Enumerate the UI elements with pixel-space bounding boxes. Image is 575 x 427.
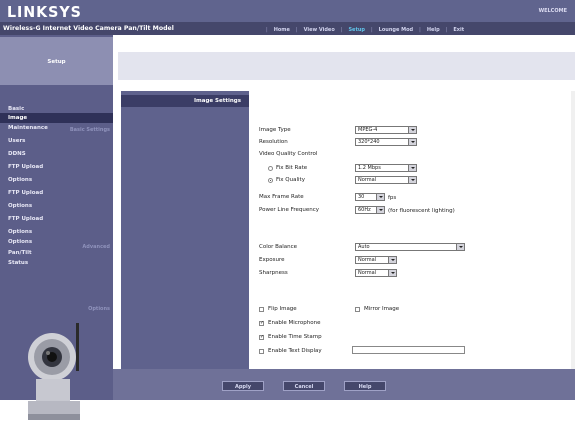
section-header: Image Settings	[121, 95, 249, 107]
chevron-down-icon	[408, 139, 416, 145]
fix-bitrate-label: Fix Bit Rate	[276, 165, 308, 171]
mirror-image-label: Mirror Image	[364, 306, 400, 312]
section-column	[121, 91, 249, 369]
exposure-value: Normal	[358, 257, 377, 263]
chevron-down-icon	[456, 244, 464, 250]
chevron-down-icon	[388, 257, 396, 263]
exposure-label: Exposure	[259, 257, 285, 263]
nav-setup[interactable]: Setup	[342, 27, 371, 33]
resolution-label: Resolution	[259, 139, 288, 145]
max-frame-value: 30	[358, 194, 365, 200]
fix-quality-value: Normal	[358, 177, 377, 183]
sharpness-label: Sharpness	[259, 270, 288, 276]
sharpness-value: Normal	[358, 270, 377, 276]
enable-microphone-label: Enable Microphone	[268, 320, 321, 326]
power-freq-label: Power Line Frequency	[259, 207, 320, 213]
power-freq-value: 60Hz	[358, 207, 371, 213]
sidebar-header: Setup	[0, 37, 113, 85]
sidebar-item-ftp-upload[interactable]: FTP Upload	[0, 162, 113, 172]
fix-quality-radio[interactable]	[268, 178, 273, 183]
chevron-down-icon	[388, 270, 396, 276]
chevron-down-icon	[408, 165, 416, 171]
enable-text-display-checkbox[interactable]	[259, 349, 264, 354]
sidebar-item-status[interactable]: Status	[0, 258, 113, 268]
chevron-down-icon	[376, 207, 384, 213]
enable-timestamp-checkbox[interactable]: ✓	[259, 335, 264, 340]
section-label-advanced: Advanced	[82, 244, 110, 250]
color-balance-value: Auto	[358, 244, 370, 250]
main-header-bar	[118, 52, 575, 80]
apply-button[interactable]: Apply	[222, 381, 264, 391]
top-banner: LINKSYS WELCOME	[0, 0, 575, 22]
fix-quality-label: Fix Quality	[276, 177, 305, 183]
max-frame-select[interactable]: 30	[355, 193, 385, 201]
welcome-text: WELCOME	[538, 8, 567, 14]
sidebar-item-ftp-upload[interactable]: FTP Upload	[0, 214, 113, 224]
section-title: Image Settings	[193, 98, 241, 104]
sidebar-item-options[interactable]: Options	[0, 175, 113, 185]
enable-microphone-checkbox[interactable]: ✓	[259, 321, 264, 326]
camera-image	[28, 323, 80, 420]
image-type-select[interactable]: MPEG-4	[355, 126, 417, 134]
fix-bitrate-select[interactable]: 1.2 Mbps	[355, 164, 417, 172]
nav-lounge-mod[interactable]: Lounge Mod	[373, 27, 419, 33]
enable-text-display-label: Enable Text Display	[268, 348, 322, 354]
nav-exit[interactable]: Exit	[447, 27, 470, 33]
sidebar-item-options[interactable]: Options	[0, 201, 113, 211]
chevron-down-icon	[408, 127, 416, 133]
model-bar: Wireless-G Internet Video Camera Pan/Til…	[0, 22, 575, 35]
color-balance-select[interactable]: Auto	[355, 243, 465, 251]
section-label-options: Options	[88, 306, 110, 312]
color-balance-label: Color Balance	[259, 244, 298, 250]
model-title: Wireless-G Internet Video Camera Pan/Til…	[3, 25, 174, 32]
linksys-logo: LINKSYS	[7, 3, 82, 21]
vertical-scrollbar[interactable]	[571, 91, 575, 369]
image-type-label: Image Type	[259, 127, 291, 133]
power-freq-note: (for fluorescent lighting)	[388, 208, 455, 214]
sidebar-title: Setup	[47, 59, 66, 65]
chevron-down-icon	[376, 194, 384, 200]
resolution-value: 320*240	[358, 139, 380, 145]
sidebar-item-image[interactable]: Image	[0, 113, 113, 123]
sidebar-item-ftp-upload[interactable]: FTP Upload	[0, 188, 113, 198]
fix-bitrate-radio[interactable]	[268, 166, 273, 171]
image-type-value: MPEG-4	[358, 127, 378, 133]
power-freq-select[interactable]: 60Hz	[355, 206, 385, 214]
max-frame-label: Max Frame Rate	[259, 194, 304, 200]
sharpness-select[interactable]: Normal	[355, 269, 397, 277]
max-frame-unit: fps	[388, 195, 397, 201]
nav-home[interactable]: Home	[268, 27, 296, 33]
chevron-down-icon	[408, 177, 416, 183]
nav-help[interactable]: Help	[421, 27, 446, 33]
top-nav: | Home | View Video | Setup | Lounge Mod…	[266, 26, 470, 34]
fix-quality-select[interactable]: Normal	[355, 176, 417, 184]
sidebar-item-ddns[interactable]: DDNS	[0, 149, 113, 159]
cancel-button[interactable]: Cancel	[283, 381, 325, 391]
sidebar-item-users[interactable]: Users	[0, 136, 113, 146]
exposure-select[interactable]: Normal	[355, 256, 397, 264]
text-display-input[interactable]	[352, 346, 465, 354]
flip-image-checkbox[interactable]	[259, 307, 264, 312]
help-button[interactable]: Help	[344, 381, 386, 391]
nav-view-video[interactable]: View Video	[298, 27, 341, 33]
section-label-basic: Basic Settings	[69, 127, 110, 133]
flip-image-label: Flip Image	[268, 306, 297, 312]
resolution-select[interactable]: 320*240	[355, 138, 417, 146]
sidebar-item-options[interactable]: Options	[0, 227, 113, 237]
mirror-image-checkbox[interactable]	[355, 307, 360, 312]
video-quality-label: Video Quality Control	[259, 151, 318, 157]
fix-bitrate-value: 1.2 Mbps	[358, 165, 381, 171]
enable-timestamp-label: Enable Time Stamp	[268, 334, 322, 340]
sidebar: Setup Basic Image Maintenance Users DDNS…	[0, 35, 113, 420]
